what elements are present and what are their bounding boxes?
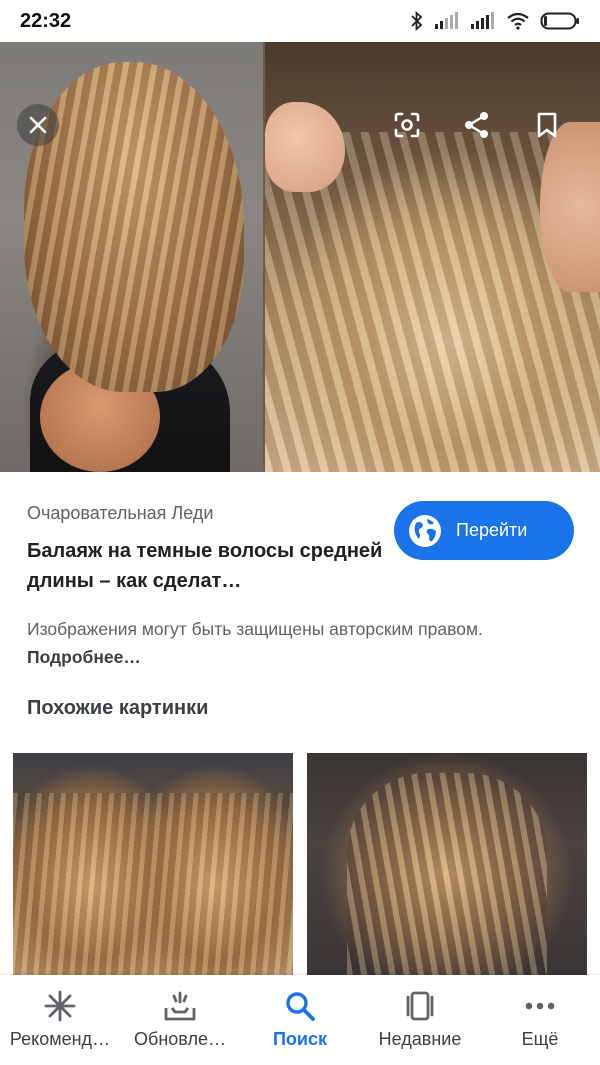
learn-more-link[interactable]: Подробнее…: [27, 647, 141, 667]
updates-icon: [164, 991, 196, 1021]
similar-image-1-hair: [13, 793, 293, 975]
nav-label-search: Поиск: [272, 1029, 328, 1049]
visit-button[interactable]: Перейти: [394, 501, 574, 560]
globe-icon: [409, 514, 441, 547]
nav-label-recommendations: Рекоменд…: [9, 1029, 111, 1049]
hero-image[interactable]: [0, 42, 600, 472]
more-icon: [525, 1002, 555, 1010]
close-icon: [29, 116, 47, 134]
signal-icon: [435, 12, 458, 29]
share-icon: [465, 112, 488, 138]
nav-label-more: Ещё: [521, 1029, 559, 1049]
hero-hair-left: [24, 62, 244, 392]
similar-image-2-hair: [347, 773, 547, 975]
copyright-text: Изображения могут быть защищены авторски…: [27, 619, 483, 639]
status-icons: [410, 11, 580, 31]
visit-button-label: Перейти: [456, 520, 528, 540]
clock: 22:32: [20, 9, 72, 32]
close-button[interactable]: [17, 104, 59, 146]
nav-item-recommendations[interactable]: Рекоменд…: [1, 975, 119, 1050]
similar-image-1[interactable]: [13, 753, 293, 975]
share-button[interactable]: [456, 104, 498, 146]
hero-hand: [265, 102, 345, 192]
battery-icon: [540, 12, 579, 30]
search-icon: [286, 992, 315, 1021]
wifi-icon: [507, 12, 529, 30]
hero-face: [540, 122, 600, 292]
nav-item-recent[interactable]: Недавние: [361, 975, 479, 1050]
bookmark-icon: [537, 112, 557, 138]
similar-images-heading: Похожие картинки: [27, 697, 209, 719]
lens-icon: [394, 112, 420, 138]
signal-icon: [471, 12, 494, 29]
copyright-notice: Изображения могут быть защищены авторски…: [27, 615, 547, 671]
nav-item-updates[interactable]: Обновле…: [121, 975, 239, 1050]
asterisk-icon: [44, 990, 76, 1022]
result-title[interactable]: Балаяж на темные волосы средней длины – …: [27, 536, 387, 596]
bookmark-button[interactable]: [526, 104, 568, 146]
nav-item-more[interactable]: Ещё: [481, 975, 599, 1050]
nav-label-updates: Обновле…: [134, 1029, 226, 1049]
nav-item-search[interactable]: Поиск: [241, 975, 359, 1050]
source-site[interactable]: Очаровательная Леди: [27, 503, 213, 524]
nav-label-recent: Недавние: [378, 1029, 462, 1049]
bluetooth-icon: [411, 11, 423, 31]
similar-image-2[interactable]: [307, 753, 587, 975]
lens-button[interactable]: [386, 104, 428, 146]
status-bar: 22:32: [0, 0, 600, 42]
recent-icon: [406, 991, 434, 1021]
bottom-navigation: Рекоменд… Обновле… Поиск Недавние Ещё: [0, 975, 600, 1065]
